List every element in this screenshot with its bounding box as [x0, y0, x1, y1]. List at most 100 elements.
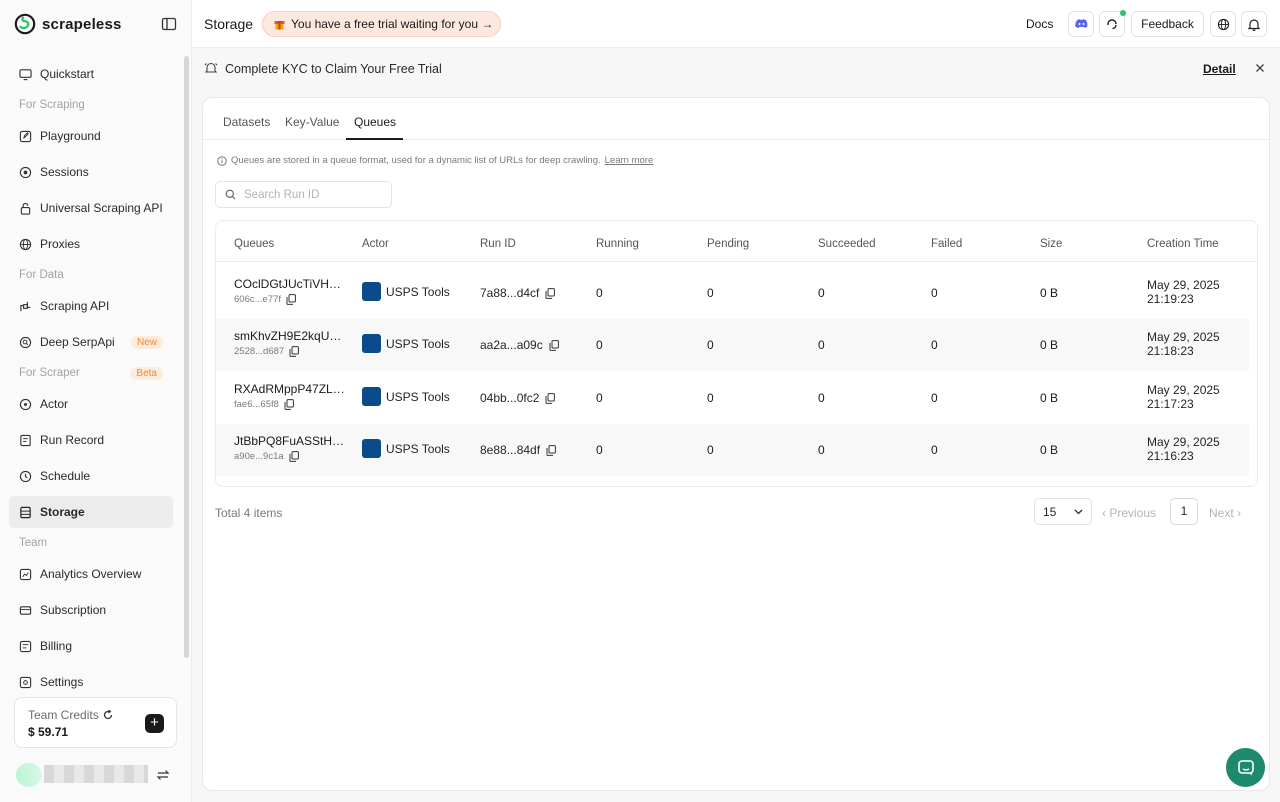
notifications-button[interactable]: [1241, 11, 1267, 37]
sidebar-item-universal-scraping-api[interactable]: Universal Scraping API: [9, 192, 173, 224]
creation-time: May 29, 2025 21:18:23: [1147, 330, 1220, 358]
table-row[interactable]: smKhvZH9E2kqUTf... 2528...d687 USPS Tool…: [216, 319, 1249, 371]
sidebar-toggle-icon[interactable]: [160, 15, 178, 33]
copy-icon[interactable]: [545, 392, 556, 404]
free-trial-text: You have a free trial waiting for you →: [291, 17, 494, 31]
size-value: 0 B: [1040, 338, 1059, 352]
queue-name[interactable]: JtBbPQ8FuASStHA...: [234, 434, 346, 448]
avatar: [16, 763, 42, 787]
actor-cell[interactable]: USPS Tools: [362, 387, 450, 406]
usps-logo-icon: [362, 439, 381, 458]
page-number-button[interactable]: 1: [1170, 498, 1198, 525]
learn-more-link[interactable]: Learn more: [605, 155, 654, 166]
actor-cell[interactable]: USPS Tools: [362, 334, 450, 353]
team-credits-value: $ 59.71: [28, 725, 69, 739]
next-page-button[interactable]: Next ›: [1209, 506, 1241, 520]
queue-name[interactable]: smKhvZH9E2kqUTf...: [234, 329, 346, 343]
sidebar-item-sessions[interactable]: Sessions: [9, 156, 173, 188]
globe-icon: [19, 238, 32, 250]
discord-button[interactable]: [1068, 11, 1094, 37]
previous-page-button[interactable]: ‹ Previous: [1102, 506, 1156, 520]
run-id-cell[interactable]: 04bb...0fc2: [480, 391, 556, 405]
feedback-button[interactable]: Feedback: [1131, 11, 1204, 37]
run-id-cell[interactable]: 8e88...84df: [480, 443, 556, 457]
switch-account-icon[interactable]: [156, 768, 170, 782]
chevron-down-icon: [1074, 509, 1083, 514]
sidebar-item-scraping-api[interactable]: Scraping API: [9, 290, 173, 322]
sidebar-item-schedule[interactable]: Schedule: [9, 460, 173, 492]
brand-logo-link[interactable]: scrapeless: [14, 12, 122, 36]
kyc-detail-link[interactable]: Detail: [1203, 62, 1236, 76]
failed-count: 0: [931, 286, 938, 300]
pending-count: 0: [707, 391, 714, 405]
tab-queues[interactable]: Queues: [354, 115, 396, 129]
col-failed: Failed: [931, 238, 963, 250]
search-run-id[interactable]: [215, 181, 392, 208]
kyc-notice-text: Complete KYC to Claim Your Free Trial: [225, 62, 442, 76]
succeeded-count: 0: [818, 391, 825, 405]
total-items: Total 4 items: [215, 506, 283, 520]
actor-cell[interactable]: USPS Tools: [362, 282, 450, 301]
free-trial-banner[interactable]: You have a free trial waiting for you →: [262, 11, 501, 37]
copy-icon[interactable]: [289, 346, 300, 357]
queue-id: fae6...65f8: [234, 399, 294, 410]
sidebar-section-for-scraping: For Scraping: [19, 99, 85, 111]
tab-key-value[interactable]: Key-Value: [285, 115, 339, 129]
storage-card: Datasets Key-Value Queues Queues are sto…: [202, 97, 1270, 791]
sidebar-item-playground[interactable]: Playground: [9, 120, 173, 152]
running-count: 0: [596, 391, 603, 405]
table-row[interactable]: COclDGtJUcTiVH3o... 606c...e77f USPS Too…: [216, 267, 1249, 319]
sidebar-item-proxies[interactable]: Proxies: [9, 228, 173, 260]
api-icon: [20, 301, 31, 311]
billing-icon: [19, 640, 32, 652]
search-input[interactable]: [244, 188, 379, 201]
sidebar-item-run-record[interactable]: Run Record: [9, 424, 173, 456]
refresh-icon[interactable]: [103, 710, 113, 720]
run-id-cell[interactable]: 7a88...d4cf: [480, 286, 556, 300]
copy-icon[interactable]: [545, 287, 556, 299]
sidebar-item-actor[interactable]: Actor: [9, 388, 173, 420]
new-badge: New: [130, 335, 163, 349]
tab-datasets[interactable]: Datasets: [223, 115, 270, 129]
sidebar-item-label: Deep SerpApi: [40, 335, 115, 349]
table-row[interactable]: JtBbPQ8FuASStHA... a90e...9c1a USPS Tool…: [216, 424, 1249, 476]
pending-count: 0: [707, 443, 714, 457]
info-message: Queues are stored in a queue format, use…: [217, 155, 653, 166]
actor-icon: [19, 398, 32, 410]
docs-link[interactable]: Docs: [1026, 17, 1053, 31]
copy-icon[interactable]: [546, 444, 556, 456]
blurred-user-name: [44, 765, 148, 783]
page-size-select[interactable]: 15: [1034, 498, 1092, 525]
record-icon: [20, 434, 31, 446]
size-value: 0 B: [1040, 443, 1059, 457]
sidebar-item-storage[interactable]: Storage: [9, 496, 173, 528]
sidebar-item-subscription[interactable]: Subscription: [9, 594, 173, 626]
queue-name[interactable]: COclDGtJUcTiVH3o...: [234, 277, 346, 291]
sidebar-item-analytics-overview[interactable]: Analytics Overview: [9, 558, 173, 590]
sidebar-item-settings[interactable]: Settings: [9, 666, 173, 698]
top-header: Storage You have a free trial waiting fo…: [192, 0, 1280, 48]
copy-icon[interactable]: [549, 339, 559, 351]
running-count: 0: [596, 286, 603, 300]
sidebar-item-quickstart[interactable]: Quickstart: [9, 58, 173, 90]
sidebar-item-billing[interactable]: Billing: [9, 630, 173, 662]
run-id-cell[interactable]: aa2a...a09c: [480, 338, 559, 352]
failed-count: 0: [931, 391, 938, 405]
table-row[interactable]: RXAdRMppP47ZLUj... fae6...65f8 USPS Tool…: [216, 372, 1249, 424]
chat-support-button[interactable]: [1226, 748, 1265, 787]
queue-name[interactable]: RXAdRMppP47ZLUj...: [234, 382, 346, 396]
add-credits-button[interactable]: +: [145, 714, 164, 733]
globe-icon: [1217, 18, 1229, 30]
sidebar-scrollbar[interactable]: [184, 56, 189, 658]
storage-icon: [20, 506, 31, 518]
copy-icon[interactable]: [289, 451, 299, 462]
actor-cell[interactable]: USPS Tools: [362, 439, 450, 458]
sidebar-item-deep-serpapi[interactable]: Deep SerpApi New: [9, 326, 173, 358]
beta-badge: Beta: [130, 366, 163, 380]
copy-icon[interactable]: [284, 399, 294, 410]
close-icon[interactable]: [1255, 63, 1265, 73]
user-profile[interactable]: [14, 763, 174, 787]
sidebar-item-label: Actor: [40, 397, 69, 411]
copy-icon[interactable]: [286, 294, 296, 305]
language-button[interactable]: [1210, 11, 1236, 37]
